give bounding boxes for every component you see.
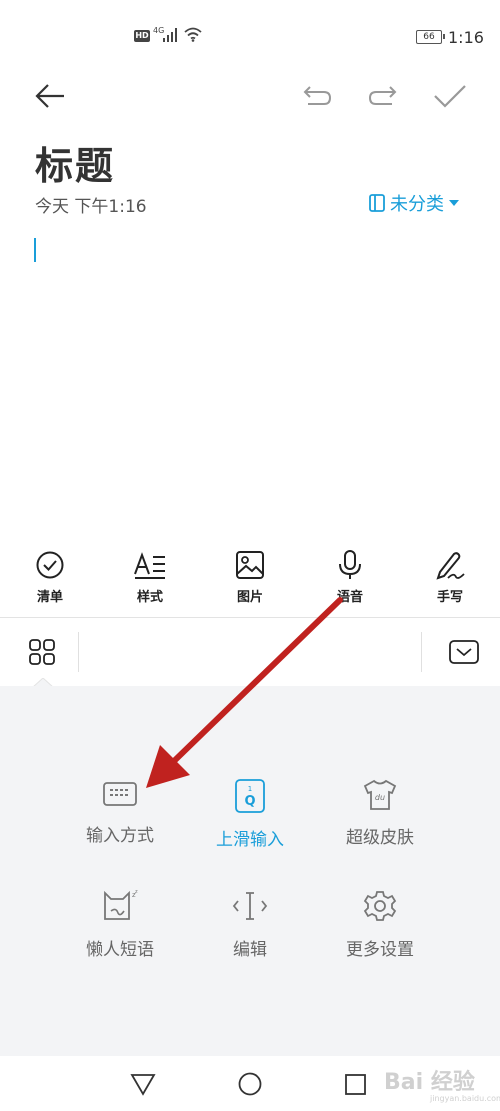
annotation-arrow bbox=[146, 597, 343, 788]
nav-home-icon[interactable] bbox=[237, 1071, 263, 1097]
nav-recents-icon[interactable] bbox=[344, 1073, 368, 1097]
watermark-url: jingyan.baidu.com bbox=[430, 1094, 500, 1103]
nav-back-icon[interactable] bbox=[130, 1072, 156, 1096]
system-nav-bar: Bai 经验 jingyan.baidu.com bbox=[0, 1056, 500, 1111]
watermark-logo: Bai 经验 bbox=[384, 1070, 475, 1095]
